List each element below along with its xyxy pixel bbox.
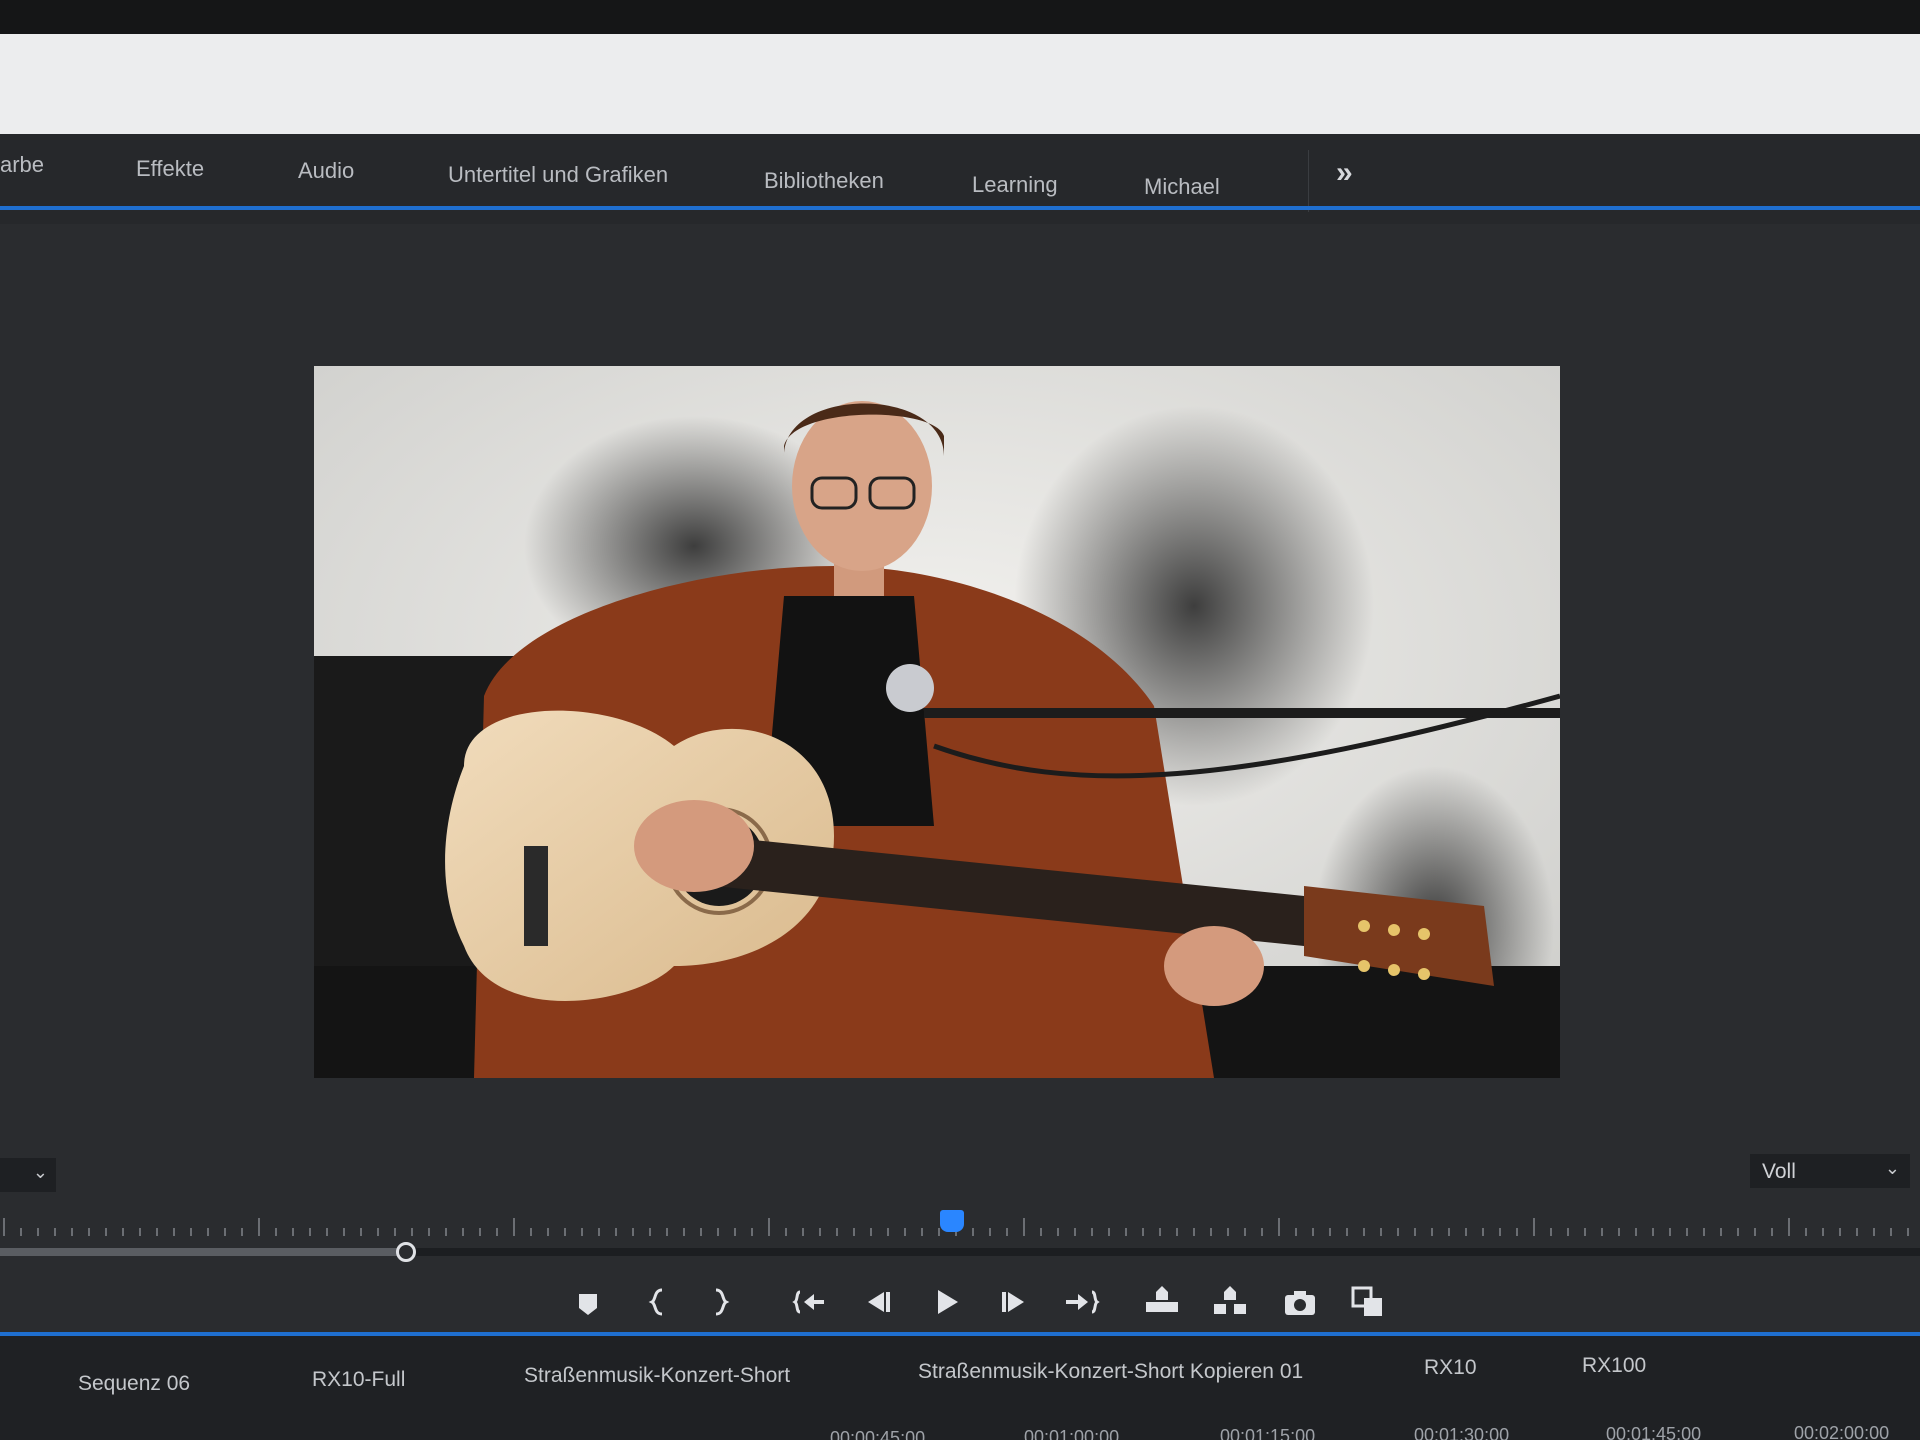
compare-view-icon[interactable] [1348,1282,1388,1322]
playhead[interactable] [940,1210,964,1232]
tab-separator [1308,150,1309,212]
timecode-label: 00:01:45:00 [1606,1424,1702,1440]
transport-controls [0,1274,1920,1334]
add-marker-icon[interactable] [568,1282,608,1322]
timecode-label: 00:01:00:00 [1024,1427,1120,1440]
video-frame[interactable] [314,366,1560,1078]
tab-strassenmusik-konzert-short-kopieren-01[interactable]: Straßenmusik-Konzert-Short Kopieren 01 [918,1360,1303,1384]
tab-sequenz-06[interactable]: Sequenz 06 [78,1372,190,1396]
program-monitor: ⌄ Voll ⌄ [0,224,1920,1332]
go-to-in-icon[interactable] [790,1282,830,1322]
tab-rx10[interactable]: RX10 [1424,1356,1477,1380]
chevron-down-icon: ⌄ [1884,1158,1900,1178]
chevron-down-icon: ⌄ [32,1162,48,1182]
go-to-out-icon[interactable] [1062,1282,1102,1322]
timecode-label: 00:00:45:00 [830,1428,926,1440]
mark-out-icon[interactable] [700,1282,740,1322]
fit-select[interactable]: ⌄ [0,1158,56,1192]
playback-resolution-value: Voll [1762,1160,1796,1183]
workspace-tab-bar: arbe Effekte Audio Untertitel und Grafik… [0,134,1920,224]
tab-audio[interactable]: Audio [298,158,354,184]
zoom-scrollbar-range [0,1248,404,1256]
tab-untertitel-und-grafiken[interactable]: Untertitel und Grafiken [448,162,668,188]
tab-rx10-full[interactable]: RX10-Full [312,1368,405,1392]
video-frame-image [314,366,1560,1078]
timecode-label: 00:01:15:00 [1220,1426,1316,1440]
tab-farbe[interactable]: arbe [0,152,44,178]
chevron-double-right-icon[interactable]: » [1336,156,1353,190]
active-panel-highlight [0,206,1920,210]
step-back-icon[interactable] [858,1282,898,1322]
tab-michael[interactable]: Michael [1144,174,1220,200]
lift-icon[interactable] [1142,1282,1182,1322]
tab-strassenmusik-konzert-short[interactable]: Straßenmusik-Konzert-Short [524,1364,790,1388]
timecode-label: 00:01:30:00 [1414,1425,1510,1440]
tab-effekte[interactable]: Effekte [136,156,204,182]
window-titlebar [0,34,1920,134]
timecode-label: 00:02:00:00 [1794,1423,1890,1440]
playback-resolution-select[interactable]: Voll ⌄ [1750,1154,1910,1188]
mark-in-icon[interactable] [638,1282,678,1322]
step-forward-icon[interactable] [994,1282,1034,1322]
extract-icon[interactable] [1210,1282,1250,1322]
zoom-handle[interactable] [396,1242,416,1262]
tab-bibliotheken[interactable]: Bibliotheken [764,168,884,194]
tab-rx100[interactable]: RX100 [1582,1354,1646,1378]
play-icon[interactable] [926,1282,966,1322]
monitor-bezel [0,0,1920,34]
timeline-panel: Sequenz 06 RX10-Full Straßenmusik-Konzer… [0,1336,1920,1440]
tab-learning[interactable]: Learning [972,172,1058,198]
camera-icon[interactable] [1280,1282,1320,1322]
